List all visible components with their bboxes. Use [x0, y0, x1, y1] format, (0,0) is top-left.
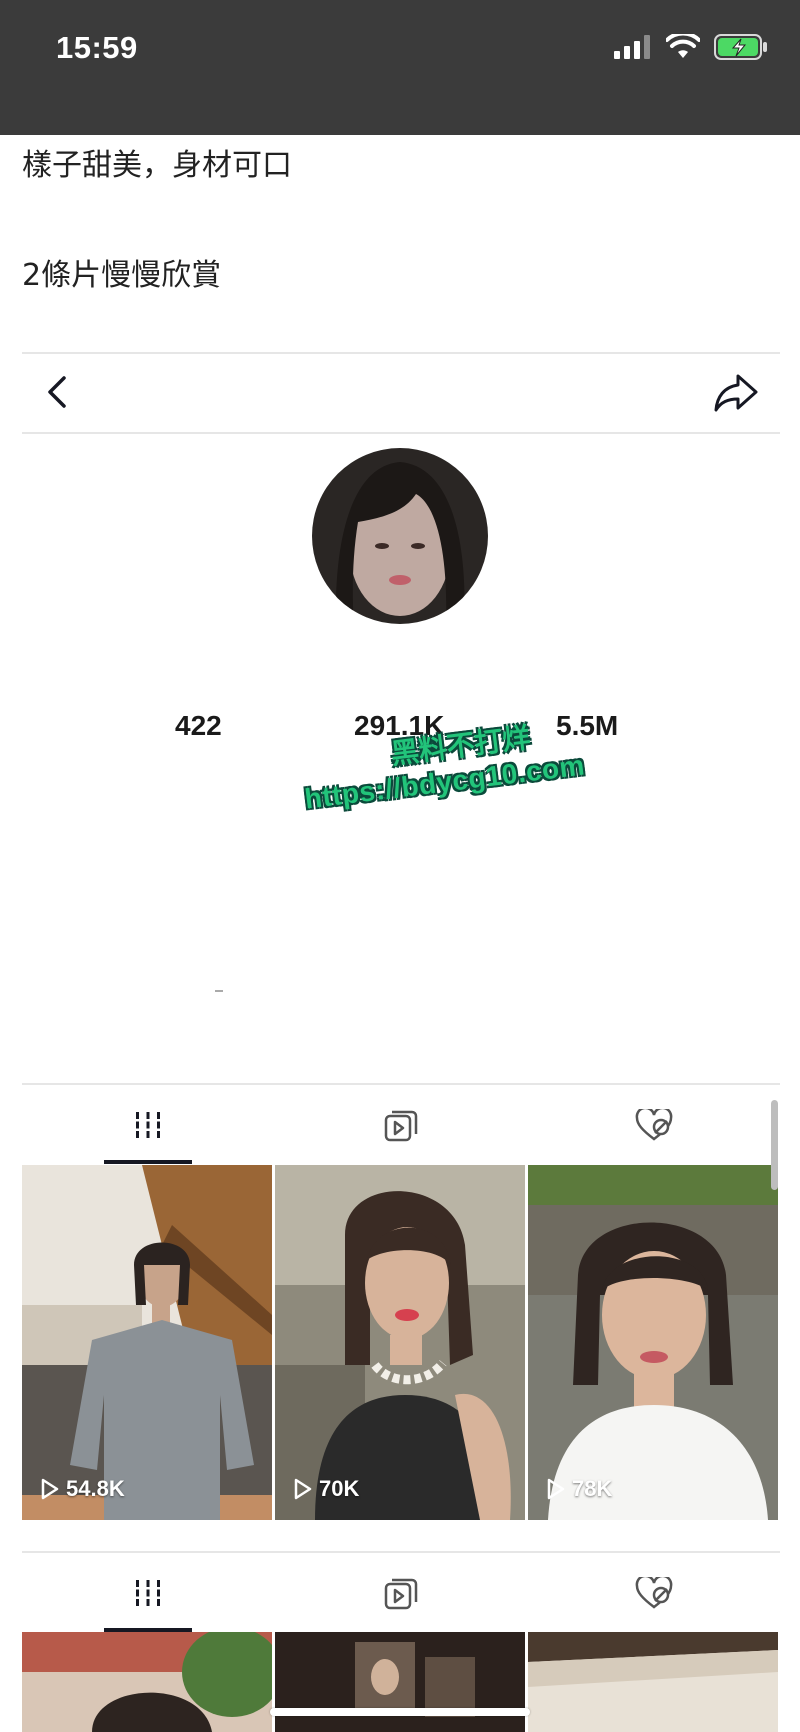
following-count[interactable]: 422: [175, 710, 222, 742]
scrollbar[interactable]: [771, 1100, 778, 1190]
tab-reposts[interactable]: [275, 1554, 527, 1632]
avatar[interactable]: [312, 448, 488, 624]
signal-icon: [614, 35, 650, 59]
post-caption-line-1: 樣子甜美，身材可口: [22, 148, 292, 183]
liked-hidden-icon: [635, 1577, 673, 1609]
profile-tabs: [22, 1554, 780, 1632]
tab-reposts[interactable]: [275, 1086, 527, 1164]
dot: [215, 990, 223, 992]
divider: [22, 1551, 780, 1553]
view-count-value: 78K: [572, 1476, 613, 1501]
back-icon[interactable]: [40, 370, 74, 414]
status-time: 15:59: [56, 30, 138, 65]
post-caption-line-2: 2條片慢慢欣賞: [22, 258, 222, 293]
divider: [22, 1083, 780, 1085]
video-thumbnail-image: [275, 1165, 525, 1520]
active-tab-indicator: [104, 1160, 192, 1164]
tab-videos[interactable]: [22, 1554, 274, 1632]
video-thumbnail-image: [528, 1632, 778, 1732]
view-count: 78K: [546, 1476, 612, 1502]
home-indicator[interactable]: [270, 1708, 530, 1716]
tab-videos[interactable]: [22, 1086, 274, 1164]
grid-icon: [133, 1580, 163, 1606]
video-thumbnail-image: [528, 1165, 778, 1520]
video-thumbnail-image: [22, 1165, 272, 1520]
battery-icon: [714, 34, 767, 60]
tab-liked[interactable]: [528, 1554, 780, 1632]
video-thumbnail-image: [275, 1632, 525, 1732]
profile-tabs: [22, 1086, 780, 1164]
play-icon: [294, 1478, 312, 1500]
repost-icon: [384, 1578, 418, 1610]
video-thumbnail-image: [22, 1632, 272, 1732]
video-thumbnail[interactable]: 54.8K: [22, 1165, 272, 1520]
status-icons: [614, 34, 768, 60]
liked-hidden-icon: [635, 1109, 673, 1141]
grid-icon: [133, 1112, 163, 1138]
video-thumbnail[interactable]: 78K: [528, 1165, 778, 1520]
view-count: 70K: [293, 1476, 359, 1502]
play-icon: [547, 1478, 565, 1500]
avatar-image: [312, 448, 488, 624]
view-count: 54.8K: [40, 1476, 125, 1502]
play-icon: [41, 1478, 59, 1500]
repost-icon: [384, 1110, 418, 1142]
wifi-icon: [666, 34, 700, 58]
watermark: 黑料不打烊 https://bdycg10.com: [294, 702, 636, 861]
view-count-value: 54.8K: [66, 1476, 125, 1501]
video-thumbnail[interactable]: [528, 1632, 778, 1732]
view-count-value: 70K: [319, 1476, 360, 1501]
share-icon[interactable]: [712, 370, 760, 414]
video-thumbnail[interactable]: [22, 1632, 272, 1732]
status-bar: 15:59: [0, 0, 800, 135]
video-thumbnail[interactable]: 70K: [275, 1165, 525, 1520]
video-thumbnail[interactable]: [275, 1632, 525, 1732]
tab-liked[interactable]: [528, 1086, 780, 1164]
divider: [22, 352, 780, 354]
divider: [22, 432, 780, 434]
